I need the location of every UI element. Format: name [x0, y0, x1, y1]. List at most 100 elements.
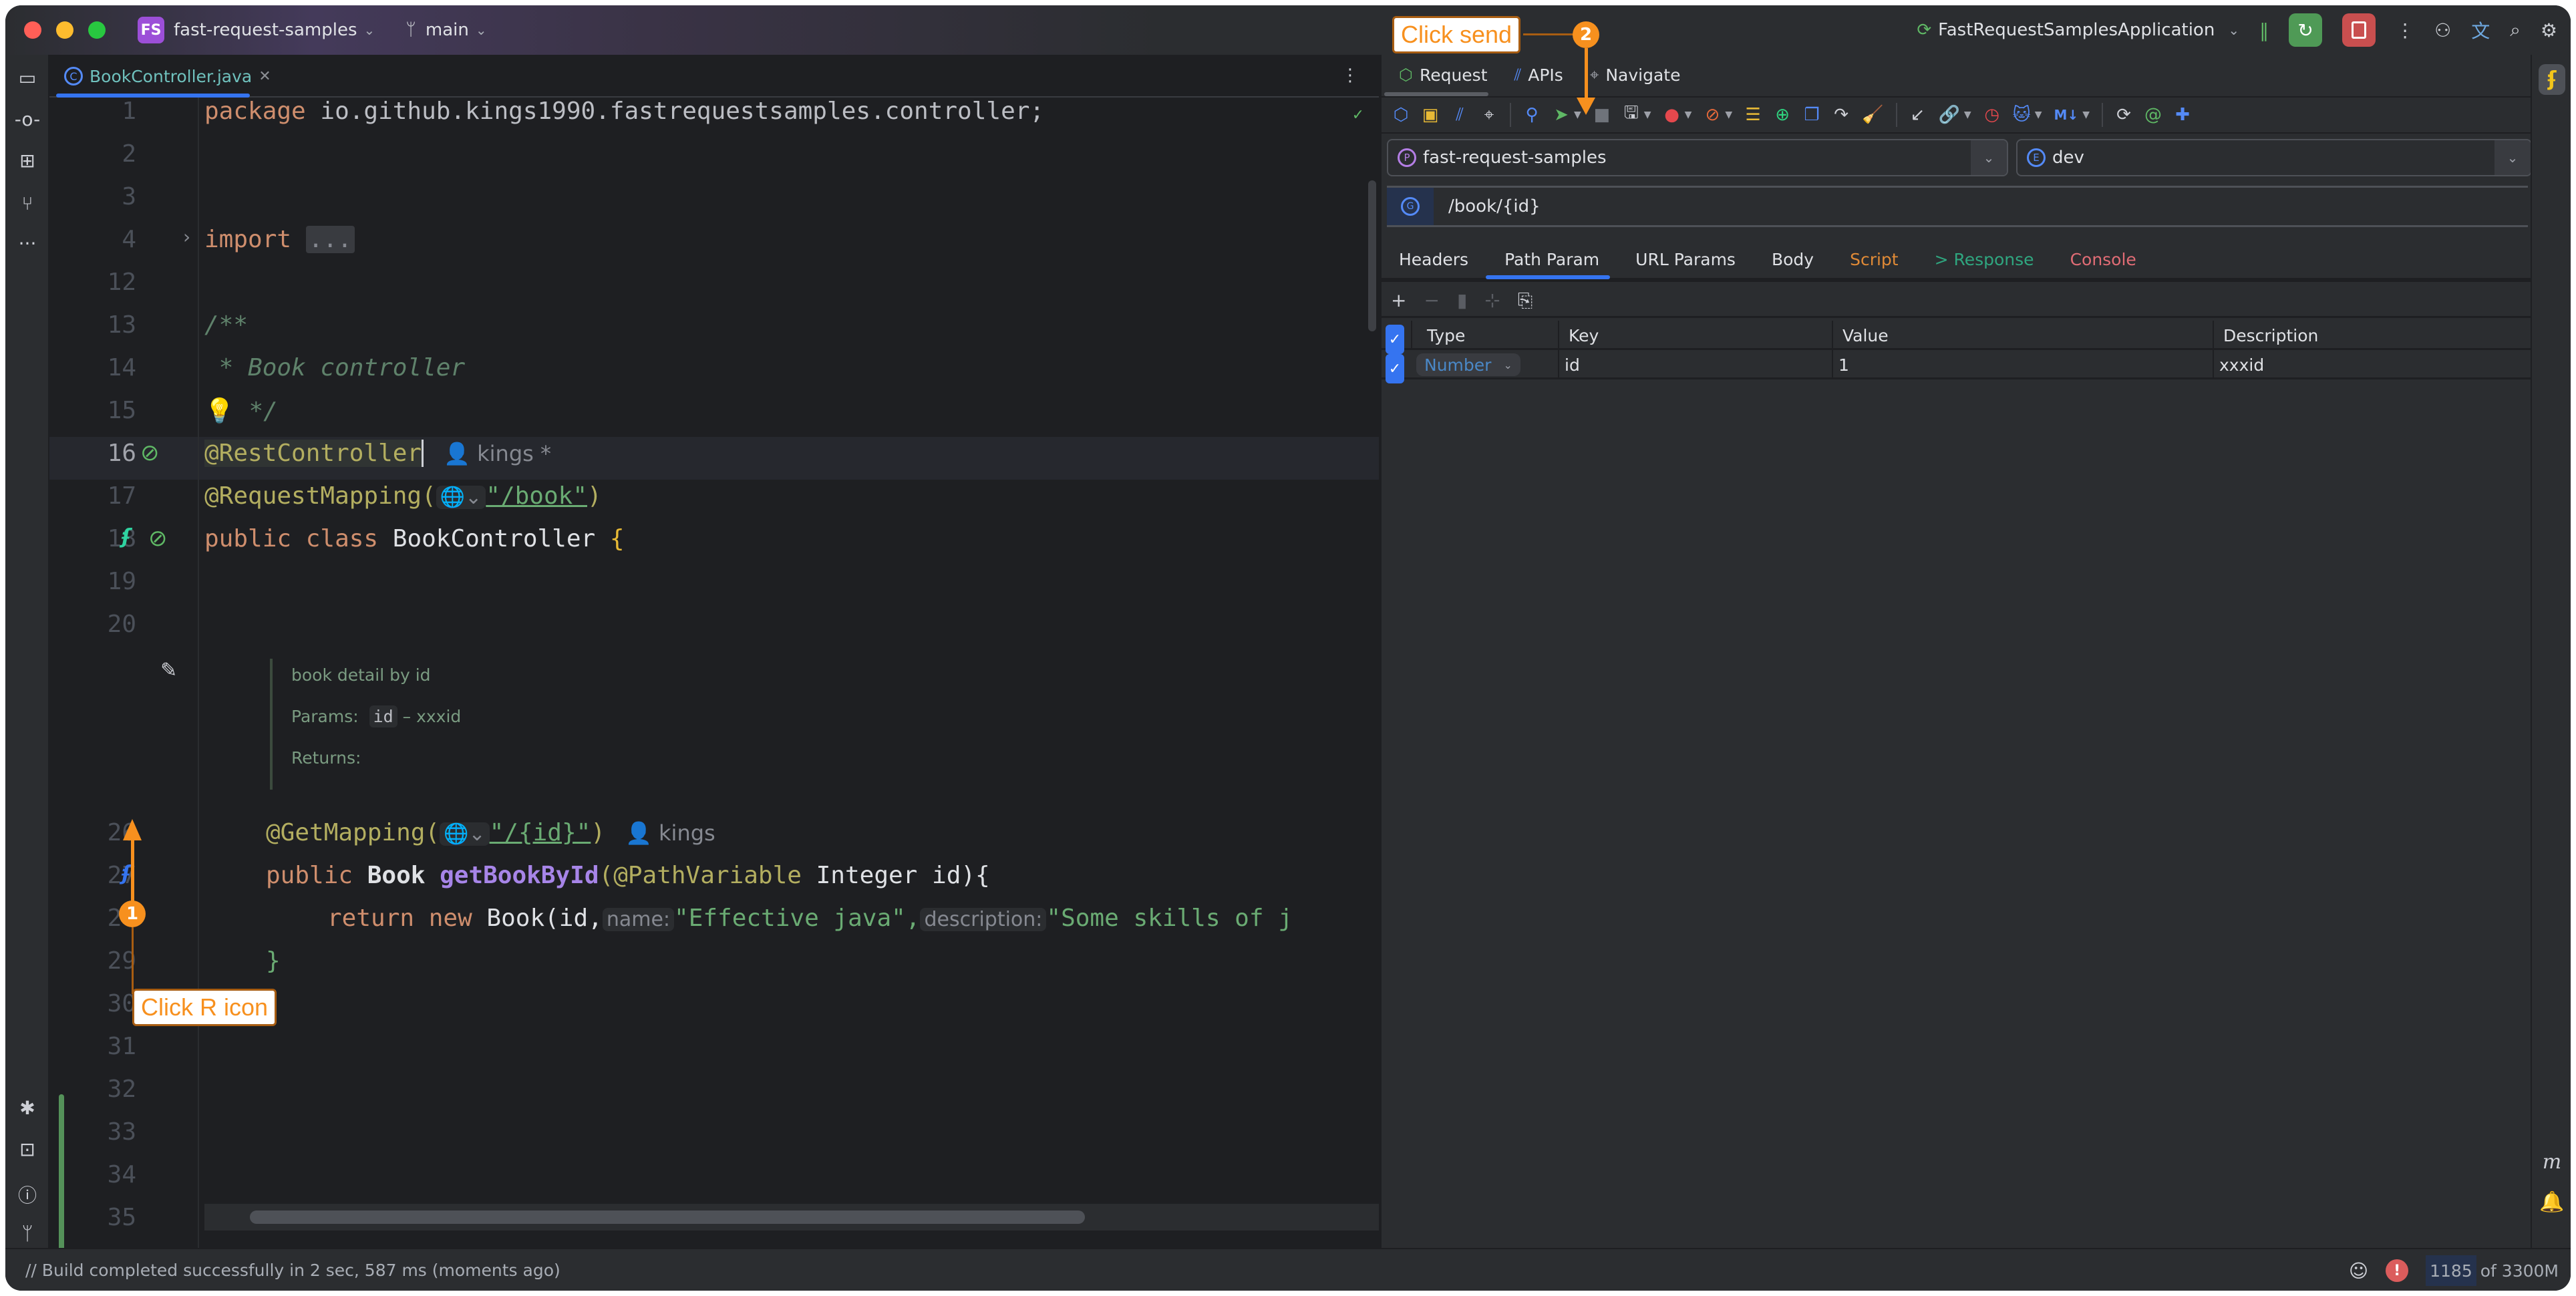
fast-request-plugin-icon[interactable]: ʄ	[2532, 64, 2571, 95]
globe-icon[interactable]: 🌐⌄	[440, 822, 490, 846]
r-request-icon[interactable]: ʄ	[122, 862, 130, 885]
link-dropdown-icon[interactable]: ▼	[1964, 110, 1971, 120]
copy-as-icon[interactable]: ⎘	[1518, 289, 1533, 312]
tab-script[interactable]: Script	[1850, 250, 1899, 269]
editor-tab-bookcontroller[interactable]: C BookController.java ✕	[56, 55, 279, 98]
type-select[interactable]: Number ⌄	[1416, 353, 1520, 376]
description-cell[interactable]: xxxid	[2213, 350, 2532, 379]
clean-icon[interactable]: 🧹	[1862, 105, 1883, 125]
plugin-icon[interactable]: ✚	[2174, 105, 2191, 125]
fast-request-icon[interactable]: ʄ	[122, 525, 130, 548]
copilot-icon[interactable]: ☺	[2349, 1260, 2368, 1282]
fold-expand-icon[interactable]: ›	[183, 226, 190, 248]
stop-request-icon[interactable]: ■	[1593, 105, 1611, 125]
module-icon[interactable]: ⬡	[1392, 105, 1410, 125]
remove-param-icon[interactable]: −	[1424, 289, 1439, 311]
send-request-icon[interactable]: ➤	[1553, 105, 1570, 125]
run-configuration-dropdown[interactable]: ⟳ FastRequestSamplesApplication ⌄	[1917, 20, 2239, 40]
tab-url-params[interactable]: URL Params	[1635, 250, 1736, 269]
pull-requests-icon[interactable]: ⑂	[5, 192, 49, 214]
spiral-icon[interactable]: @	[2144, 105, 2162, 125]
key-cell[interactable]: id	[1558, 350, 1832, 379]
panel-tab-apis[interactable]: ⫽ APIs	[1514, 65, 1563, 85]
edit-doc-icon[interactable]: ✎	[160, 659, 177, 682]
build-status-message[interactable]: // Build completed successfully in 2 sec…	[25, 1261, 560, 1280]
commit-icon[interactable]: -o-	[5, 108, 49, 130]
copy-icon[interactable]: ❐	[1803, 105, 1820, 125]
globe-icon[interactable]: 🌐⌄	[436, 486, 486, 509]
rerun-button[interactable]: ↻	[2289, 13, 2323, 47]
link-icon[interactable]: 🔗	[1939, 105, 1960, 125]
folded-imports[interactable]: ...	[305, 226, 355, 253]
disable-icon[interactable]: ⊘	[1704, 105, 1721, 125]
apis-icon[interactable]: ⫽	[1451, 105, 1468, 126]
more-actions-icon[interactable]: ⋮	[2396, 19, 2414, 41]
memory-indicator[interactable]: 1185 of 3300M	[2426, 1255, 2563, 1286]
close-tab-icon[interactable]: ✕	[259, 68, 271, 85]
save-dropdown-icon[interactable]: ▼	[1644, 110, 1651, 120]
maven-icon[interactable]: m	[2532, 1150, 2571, 1174]
stop-button[interactable]	[2342, 13, 2376, 47]
url-input[interactable]: G /book/{id}	[1387, 186, 2528, 227]
markdown-dropdown-icon[interactable]: ▼	[2082, 110, 2090, 120]
panel-tab-navigate[interactable]: ⌖ Navigate	[1590, 65, 1681, 85]
disable-dropdown-icon[interactable]: ▼	[1725, 110, 1732, 120]
minimize-window-button[interactable]	[56, 21, 73, 39]
spring-bean-icon[interactable]: ⊘	[148, 525, 168, 552]
github-icon[interactable]: 🐱	[2013, 105, 2031, 125]
http-method-get[interactable]: G	[1387, 188, 1434, 225]
debug-icon[interactable]: ✱	[5, 1097, 49, 1119]
vertical-scrollbar[interactable]	[1368, 180, 1376, 331]
postman-icon[interactable]: ●	[1663, 105, 1681, 125]
row-checkbox[interactable]: ✓	[1386, 354, 1404, 383]
config-icon[interactable]: ▣	[1422, 105, 1439, 125]
history-icon[interactable]: ◷	[1983, 105, 2001, 125]
error-indicator-icon[interactable]: !	[2386, 1259, 2409, 1282]
maximize-window-button[interactable]	[88, 21, 106, 39]
project-name-dropdown[interactable]: fast-request-samples	[174, 20, 357, 40]
tab-response[interactable]: > Response	[1935, 250, 2034, 269]
add-child-icon[interactable]: ⊹	[1484, 289, 1500, 311]
save-icon[interactable]: 🖫	[1623, 100, 1640, 130]
terminal-icon[interactable]: ⊡	[5, 1138, 49, 1160]
add-user-icon[interactable]: ⚇	[2434, 19, 2451, 41]
value-cell[interactable]: 1	[1832, 350, 2213, 379]
inspection-ok-icon[interactable]: ✓	[1352, 107, 1364, 124]
more-icon[interactable]: ···	[5, 232, 49, 255]
postman-dropdown-icon[interactable]: ▼	[1685, 110, 1692, 120]
lightbulb-icon[interactable]: 💡	[204, 397, 234, 425]
locate-code-icon[interactable]: ⚲	[1523, 105, 1541, 125]
refresh-icon[interactable]: ⟳	[2115, 105, 2132, 125]
project-badge[interactable]: FS	[138, 17, 164, 43]
structure-icon[interactable]: ⊞	[5, 150, 49, 172]
close-window-button[interactable]	[24, 21, 41, 39]
horizontal-scrollbar[interactable]	[250, 1210, 1085, 1224]
add-param-icon[interactable]: +	[1391, 289, 1406, 311]
import-icon[interactable]: ↙	[1909, 105, 1927, 125]
git-icon[interactable]: ᛘ	[5, 1223, 49, 1245]
problems-icon[interactable]: ⓘ	[5, 1181, 49, 1208]
folder-icon[interactable]: ▭	[5, 67, 49, 89]
tab-path-param[interactable]: Path Param	[1504, 250, 1599, 269]
notifications-bell-icon[interactable]: 🔔	[2532, 1190, 2571, 1214]
redo-icon[interactable]: ↷	[1832, 105, 1850, 125]
block-icon[interactable]: ▮	[1457, 289, 1467, 311]
branch-dropdown[interactable]: main	[426, 20, 469, 40]
environment-select[interactable]: E dev ⌄	[2016, 139, 2532, 176]
settings-gear-icon[interactable]: ⚙	[2541, 19, 2557, 41]
tab-body[interactable]: Body	[1772, 250, 1814, 269]
tab-headers[interactable]: Headers	[1399, 250, 1468, 269]
headers-icon[interactable]: ☰	[1744, 105, 1762, 125]
search-icon[interactable]: ⌕	[2510, 19, 2521, 41]
spring-bean-icon[interactable]: ⊘	[140, 440, 160, 466]
navigate-icon[interactable]: ⌖	[1480, 105, 1498, 126]
tab-options-icon[interactable]: ⋮	[1341, 65, 1359, 86]
markdown-icon[interactable]: M↓	[2054, 107, 2079, 123]
panel-tab-request[interactable]: ⬡ Request	[1399, 65, 1488, 85]
github-dropdown-icon[interactable]: ▼	[2035, 110, 2042, 120]
pause-icon[interactable]: ‖	[2259, 19, 2269, 41]
code-editor[interactable]: C BookController.java ✕ ⋮ 1 2 3 4 12 13 …	[49, 55, 1379, 1291]
translate-icon[interactable]: 文	[2471, 17, 2490, 43]
tab-console[interactable]: Console	[2070, 250, 2136, 269]
target-icon[interactable]: ⊕	[1774, 105, 1791, 125]
